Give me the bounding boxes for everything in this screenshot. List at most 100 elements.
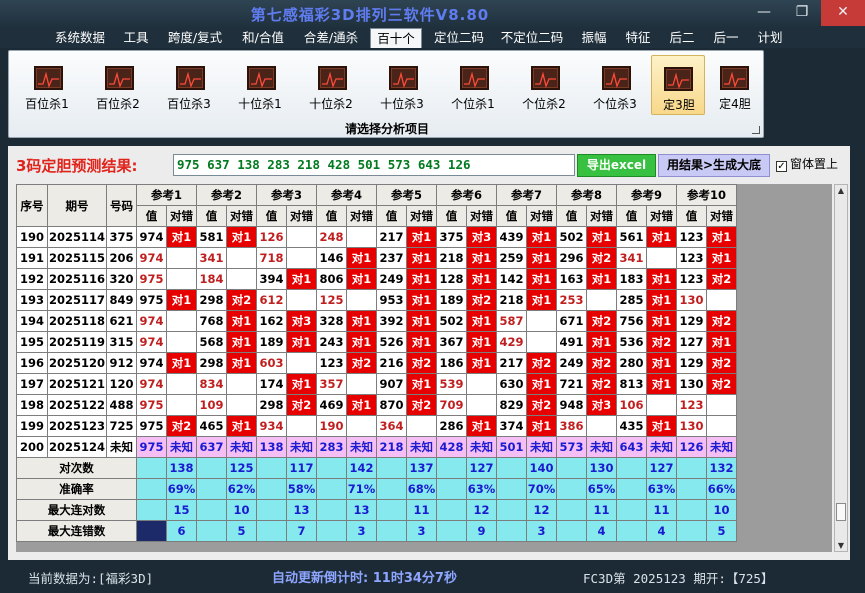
col-header-ref: 参考2 <box>196 184 257 206</box>
menu-item-feature[interactable]: 特征 <box>618 28 658 48</box>
window-topmost-checkbox[interactable]: ✓ 窗体置上 <box>776 155 838 172</box>
ref-value-cell: 123 <box>316 352 347 374</box>
stats-spacer <box>136 520 167 542</box>
table-row[interactable]: 196 2025120 912 974 对1 298 对1 603 123 对2 216 对2 186 对… <box>16 352 737 374</box>
menu-item-sum[interactable]: 和/合值 <box>234 28 292 48</box>
grid-scrollbar[interactable]: ▲ ▼ <box>834 184 848 552</box>
col-header-value: 值 <box>616 205 647 227</box>
stats-row: 最大连对数 15 10 13 13 11 12 12 11 11 10 <box>16 499 737 521</box>
table-row[interactable]: 190 2025114 375 974 对1 581 对1 126 248 217 对1 375 对3 4… <box>16 226 737 248</box>
row-number: 206 <box>106 247 137 269</box>
menu-item-diff-kill[interactable]: 合差/通杀 <box>296 28 366 48</box>
ref-value-cell: 328 <box>316 310 347 332</box>
ref-value-cell: 183 <box>616 268 647 290</box>
ref-result-cell: 对1 <box>226 415 257 437</box>
ribbon-button-tens-kill-1[interactable]: 十位杀1 <box>228 55 292 115</box>
ribbon-button-label: 百位杀2 <box>96 97 140 111</box>
col-header-ref: 参考1 <box>136 184 197 206</box>
ref-result-cell: 对1 <box>166 352 197 374</box>
ribbon-button-tens-kill-2[interactable]: 十位杀2 <box>299 55 363 115</box>
menu-item-span[interactable]: 跨度/复式 <box>160 28 230 48</box>
table-row[interactable]: 192 2025116 320 975 184 394 对1 806 对1 249 对1 128 对1 1… <box>16 268 737 290</box>
ribbon-button-fix-3[interactable]: 定3胆 <box>651 55 705 115</box>
menu-item-system-data[interactable]: 系统数据 <box>48 28 112 48</box>
stats-spacer <box>376 499 407 521</box>
stats-spacer <box>376 520 407 542</box>
minimize-icon[interactable]: — <box>745 0 783 26</box>
ribbon-button-hundreds-kill-2[interactable]: 百位杀2 <box>86 55 150 115</box>
menu-item-position[interactable]: 百十个 <box>370 28 422 48</box>
ref-value-cell: 123 <box>676 247 707 269</box>
table-row[interactable]: 198 2025122 488 975 109 298 对2 469 对1 870 对2 709 829… <box>16 394 737 416</box>
ref-result-cell: 对2 <box>346 352 377 374</box>
ribbon-caption: 请选择分析项目 <box>344 122 429 136</box>
ref-value-cell: 174 <box>256 373 287 395</box>
col-header-ref: 参考3 <box>256 184 317 206</box>
stats-spacer <box>316 478 347 500</box>
table-row[interactable]: 195 2025119 315 974 568 对1 189 对1 243 对1 526 对1 367 对… <box>16 331 737 353</box>
ref-value-cell: 502 <box>436 310 467 332</box>
ribbon-button-hundreds-kill-3[interactable]: 百位杀3 <box>157 55 221 115</box>
prediction-result-field[interactable]: 975 637 138 283 218 428 501 573 643 126 <box>173 154 575 176</box>
ribbon-button-units-kill-3[interactable]: 个位杀3 <box>583 55 647 115</box>
ribbon-button-units-kill-2[interactable]: 个位杀2 <box>512 55 576 115</box>
scroll-thumb[interactable] <box>836 503 846 521</box>
ref-value-cell: 491 <box>556 331 587 353</box>
restore-icon[interactable]: ❐ <box>783 0 821 26</box>
chart-icon <box>720 66 749 90</box>
future-row[interactable]: 200 2025124 未知 975 未知 637 未知 138 未知 283 未知 218 未知 428… <box>16 436 737 458</box>
scroll-down-icon[interactable]: ▼ <box>835 541 847 550</box>
stats-value: 70% <box>526 478 557 500</box>
col-header-result: 对错 <box>706 205 737 227</box>
ref-result-cell: 对1 <box>706 226 737 248</box>
ref-result-cell: 对2 <box>166 415 197 437</box>
ref-result-cell: 对2 <box>706 310 737 332</box>
table-row[interactable]: 193 2025117 849 975 对1 298 对2 612 125 953 对1 189 对2 2… <box>16 289 737 311</box>
ref-value-cell: 465 <box>196 415 227 437</box>
menu-item-tools[interactable]: 工具 <box>116 28 156 48</box>
ribbon-button-fix-4[interactable]: 定4胆 <box>708 55 762 115</box>
export-excel-button[interactable]: 导出excel <box>577 154 656 177</box>
menu-item-nonpos-two[interactable]: 不定位二码 <box>494 28 570 48</box>
stats-value: 4 <box>586 520 617 542</box>
ref-value-cell: 243 <box>316 331 347 353</box>
table-row[interactable]: 194 2025118 621 974 768 对1 162 对3 328 对1 392 对1 502 对… <box>16 310 737 332</box>
ref-value-cell: 125 <box>316 289 347 311</box>
ref-result-cell <box>226 373 257 395</box>
menu-item-last-two[interactable]: 后二 <box>662 28 702 48</box>
table-row[interactable]: 199 2025123 725 975 对2 465 对1 934 190 364 286 对1 374… <box>16 415 737 437</box>
table-row[interactable]: 197 2025121 120 974 834 174 对1 357 907 对1 539 630 对1… <box>16 373 737 395</box>
col-header-result: 对错 <box>406 205 437 227</box>
close-icon[interactable]: ✕ <box>821 0 865 26</box>
ref-result-cell: 对1 <box>526 373 557 395</box>
table-row[interactable]: 191 2025115 206 974 341 718 146 对1 237 对1 218 对1 259… <box>16 247 737 269</box>
stats-spacer <box>436 457 467 479</box>
ref-value-cell: 162 <box>256 310 287 332</box>
generate-base-button[interactable]: 用结果>生成大底 <box>658 154 770 177</box>
results-grid[interactable]: 序号 期号 号码 参考1 参考2 参考3 参考4 参考5 参考6 参考7 参考8 参考9 参考10 值对错… <box>16 184 832 552</box>
ribbon-launcher-icon[interactable] <box>752 126 760 134</box>
menu-item-amplitude[interactable]: 振幅 <box>574 28 614 48</box>
menu-item-pos-two[interactable]: 定位二码 <box>428 28 490 48</box>
ribbon-button-tens-kill-3[interactable]: 十位杀3 <box>370 55 434 115</box>
ref-value-cell: 237 <box>376 247 407 269</box>
ref-result-cell <box>286 352 317 374</box>
ref-result-cell: 对1 <box>406 310 437 332</box>
ribbon-button-hundreds-kill-1[interactable]: 百位杀1 <box>15 55 79 115</box>
ref-value-cell: 163 <box>556 268 587 290</box>
menu-item-last-one[interactable]: 后一 <box>706 28 746 48</box>
scroll-up-icon[interactable]: ▲ <box>835 186 847 195</box>
ribbon-button-label: 个位杀1 <box>451 97 495 111</box>
menu-item-plan[interactable]: 计划 <box>750 28 790 48</box>
stats-value: 130 <box>586 457 617 479</box>
ref-value-cell: 671 <box>556 310 587 332</box>
ref-value-cell: 189 <box>436 289 467 311</box>
app-title: 第七感福彩3D排列三软件V8.80 <box>250 6 490 24</box>
prediction-result-cell: 未知 <box>646 436 677 458</box>
ribbon-button-units-kill-1[interactable]: 个位杀1 <box>441 55 505 115</box>
ref-value-cell: 123 <box>676 268 707 290</box>
ref-value-cell: 130 <box>676 415 707 437</box>
title-bar: 第七感福彩3D排列三软件V8.80 — ❐ ✕ <box>0 0 865 28</box>
stats-spacer <box>316 499 347 521</box>
stats-spacer <box>616 520 647 542</box>
